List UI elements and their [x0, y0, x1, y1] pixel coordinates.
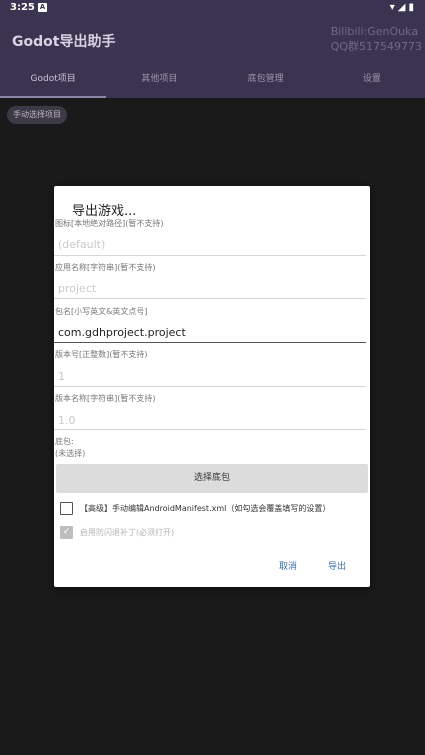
manifest-edit-checkbox[interactable] [60, 502, 73, 515]
tab-settings[interactable]: 设置 [319, 60, 425, 98]
icon-path-input[interactable]: (default) [58, 238, 105, 251]
version-code-input[interactable]: 1 [58, 370, 65, 383]
anti-crash-patch-label: 启用防闪退补丁(必须打开) [80, 528, 175, 537]
version-name-underline [54, 429, 366, 430]
package-name-underline [54, 342, 366, 343]
watermark-line-1: Bilibili:GenOuka [330, 25, 419, 38]
app-bar: Godot导出助手 Bilibili:GenOuka QQ群517549773 [0, 18, 425, 60]
app-name-label: 应用名称[字符串](暂不支持) [55, 263, 156, 272]
notification-icon: A [38, 3, 47, 12]
package-name-input[interactable]: com.gdhproject.project [58, 326, 186, 339]
version-code-label: 版本号[正整数](暂不支持) [55, 350, 148, 359]
anti-crash-patch-checkbox[interactable]: ✓ [60, 526, 73, 539]
base-package-value: (未选择) [55, 449, 86, 458]
version-name-label: 版本名称[字符串](暂不支持) [55, 394, 156, 403]
export-dialog: 导出游戏... 图标[本地绝对路径](暂不支持) (default) 应用名称[… [54, 186, 370, 587]
export-button[interactable]: 导出 [328, 559, 346, 572]
watermark: Bilibili:GenOuka QQ群517549773 [331, 24, 422, 54]
dialog-title: 导出游戏... [72, 204, 137, 219]
app-name-underline [54, 298, 366, 299]
app-title: Godot导出助手 [12, 34, 116, 50]
base-package-label: 底包: [55, 437, 74, 446]
status-icons: ▾◢▮ [389, 2, 417, 13]
tab-other-projects[interactable]: 其他项目 [106, 60, 212, 98]
version-name-input[interactable]: 1.0 [58, 414, 76, 427]
base-package-info: 底包: (未选择) [55, 436, 85, 460]
package-name-label: 包名[小写英文&英文点号] [55, 307, 148, 316]
manual-select-project-button[interactable]: 手动选择项目 [7, 106, 67, 124]
icon-path-label: 图标[本地绝对路径](暂不支持) [55, 219, 164, 228]
status-time: 3:25 [10, 2, 35, 13]
tab-base-package-management[interactable]: 底包管理 [213, 60, 319, 98]
watermark-line-2: QQ群517549773 [330, 40, 422, 53]
icon-path-underline [54, 255, 366, 256]
cancel-button[interactable]: 取消 [279, 559, 297, 572]
app-name-input[interactable]: project [58, 282, 96, 295]
manifest-edit-label: 【高级】手动编辑AndroidManifest.xml（如勾选会覆盖填写的设置） [80, 504, 331, 513]
tab-bar: Godot项目 其他项目 底包管理 设置 [0, 60, 425, 98]
tab-godot-projects[interactable]: Godot项目 [0, 60, 107, 98]
select-base-package-button[interactable]: 选择底包 [56, 464, 368, 493]
status-bar: 3:25 A ▾◢▮ [0, 0, 425, 18]
version-code-underline [54, 386, 366, 387]
